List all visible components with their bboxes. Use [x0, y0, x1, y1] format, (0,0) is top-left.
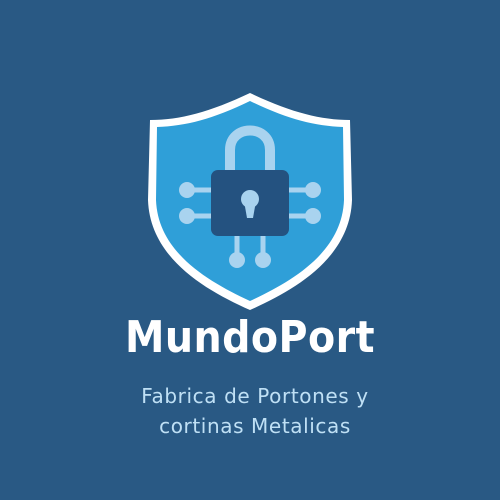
brand-name: MundoPort: [124, 312, 376, 363]
tagline: Fabrica de Portones y cortinas Metalicas: [0, 381, 500, 441]
tagline-line-1: Fabrica de Portones y: [141, 384, 369, 408]
tagline-line-2: cortinas Metalicas: [159, 414, 351, 438]
logo-canvas: MundoPort Fabrica de Portones y cortinas…: [0, 0, 500, 500]
